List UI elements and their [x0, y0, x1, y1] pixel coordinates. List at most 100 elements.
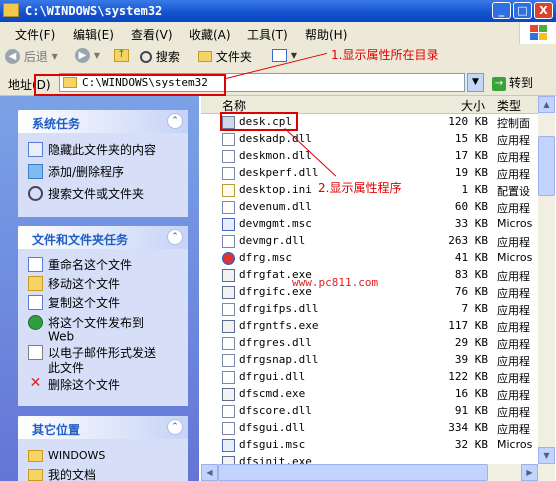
other-places-header[interactable]: 其它位置 ⌃ [18, 416, 188, 439]
collapse-icon[interactable]: ⌃ [167, 229, 183, 245]
scroll-up-button[interactable]: ▲ [538, 96, 555, 113]
folder-icon [28, 449, 43, 462]
back-button[interactable]: ◀ 后退 ▼ [5, 48, 58, 68]
file-type: 应用程 [497, 202, 530, 215]
chevron-down-icon: ▼ [51, 52, 58, 61]
file-row[interactable]: dfsgui.msc 32 KB Micros [201, 437, 538, 454]
search-label: 搜索 [155, 50, 180, 64]
dll-icon [222, 422, 235, 435]
menu-favorites[interactable]: 收藏(A) [189, 26, 231, 43]
globe-icon [28, 315, 43, 330]
file-row[interactable]: dfsgui.dll 334 KB 应用程 [201, 420, 538, 437]
file-size: 122 KB [448, 370, 488, 383]
file-name: desktop.ini [239, 183, 312, 196]
file-row[interactable]: devmgmt.msc 33 KB Micros [201, 216, 538, 233]
file-row[interactable]: deskmon.dll 17 KB 应用程 [201, 148, 538, 165]
file-type: 应用程 [497, 134, 530, 147]
move-file-link[interactable]: 移动这个文件 [28, 275, 120, 292]
menu-help[interactable]: 帮助(H) [305, 26, 347, 43]
windows-logo-icon [519, 22, 556, 44]
publish-web-link[interactable]: 将这个文件发布到 [28, 314, 144, 331]
forward-button[interactable]: ▶ ▼ [75, 48, 100, 68]
file-name: deskperf.dll [239, 166, 319, 179]
other-places-panel: 其它位置 ⌃ WINDOWS 我的文档 [18, 416, 188, 481]
maximize-button[interactable]: □ [513, 2, 532, 19]
copy-icon [28, 295, 43, 310]
scroll-right-button[interactable]: ▶ [521, 464, 538, 481]
scroll-down-button[interactable]: ▼ [538, 447, 555, 464]
windows-folder-link[interactable]: WINDOWS [28, 448, 105, 462]
system-tasks-header[interactable]: 系统任务 ⌃ [18, 110, 188, 133]
publish-web-link-line2[interactable]: Web [48, 329, 74, 344]
column-size[interactable]: 大小 [461, 97, 485, 114]
file-type: 控制面 [497, 117, 530, 130]
collapse-icon[interactable]: ⌃ [167, 419, 183, 435]
my-documents-link[interactable]: 我的文档 [28, 466, 96, 481]
forward-arrow-icon: ▶ [75, 48, 90, 63]
dll-icon [222, 235, 235, 248]
file-size: 117 KB [448, 319, 488, 332]
file-size: 41 KB [454, 251, 488, 264]
file-type: 应用程 [497, 406, 530, 419]
rename-icon [28, 257, 43, 272]
menu-view[interactable]: 查看(V) [131, 26, 173, 43]
link-label: 将这个文件发布到 [48, 316, 145, 330]
menu-edit[interactable]: 编辑(E) [73, 26, 114, 43]
horizontal-scrollbar[interactable]: ◀ ▶ [201, 464, 555, 481]
rename-file-link[interactable]: 重命名这个文件 [28, 256, 132, 273]
file-name: deskmon.dll [239, 149, 312, 162]
address-dropdown-button[interactable]: ▼ [467, 73, 484, 92]
file-row[interactable]: dfrg.msc 41 KB Micros [201, 250, 538, 267]
folders-button[interactable]: 文件夹 [198, 48, 252, 68]
dll-icon [222, 167, 235, 180]
hide-folder-contents-link[interactable]: 隐藏此文件夹的内容 [28, 141, 156, 158]
file-size: 39 KB [454, 353, 488, 366]
link-label: 以电子邮件形式发送 [48, 346, 157, 360]
dll-icon [222, 150, 235, 163]
folders-label: 文件夹 [215, 50, 252, 64]
link-label: 移动这个文件 [48, 277, 121, 291]
file-row[interactable]: deskadp.dll 15 KB 应用程 [201, 131, 538, 148]
scroll-left-button[interactable]: ◀ [201, 464, 218, 481]
file-row[interactable]: dfscore.dll 91 KB 应用程 [201, 403, 538, 420]
collapse-icon[interactable]: ⌃ [167, 113, 183, 129]
scroll-thumb[interactable] [538, 136, 555, 196]
file-size: 263 KB [448, 234, 488, 247]
system-tasks-panel: 系统任务 ⌃ 隐藏此文件夹的内容 添加/删除程序 搜索文件或文件夹 [18, 110, 188, 217]
file-row[interactable]: dfsinit.exe [201, 454, 538, 464]
file-tasks-header[interactable]: 文件和文件夹任务 ⌃ [18, 226, 188, 249]
file-row[interactable]: dfrgui.dll 122 KB 应用程 [201, 369, 538, 386]
file-name: dfscmd.exe [239, 387, 306, 400]
add-remove-programs-link[interactable]: 添加/删除程序 [28, 163, 124, 180]
file-type: Micros [497, 438, 533, 451]
toolbar: ◀ 后退 ▼ ▶ ▼ ↑ 搜索 文件夹 ▼ [0, 44, 556, 72]
vertical-scrollbar[interactable]: ▲ ▼ [538, 96, 555, 464]
search-button[interactable]: 搜索 [140, 48, 180, 68]
watermark: www.pc811.com [292, 276, 379, 289]
chevron-down-icon: ▼ [93, 51, 100, 60]
menu-tools[interactable]: 工具(T) [247, 26, 288, 43]
file-row[interactable]: devenum.dll 60 KB 应用程 [201, 199, 538, 216]
file-row[interactable]: dfscmd.exe 16 KB 应用程 [201, 386, 538, 403]
column-type[interactable]: 类型 [497, 97, 521, 114]
scroll-thumb[interactable] [218, 464, 488, 481]
email-file-link-line2[interactable]: 此文件 [48, 359, 84, 376]
file-row[interactable]: dfrgifps.dll 7 KB 应用程 [201, 301, 538, 318]
menu-file[interactable]: 文件(F) [15, 26, 55, 43]
up-folder-button[interactable]: ↑ [114, 48, 129, 68]
exe-icon [222, 456, 235, 464]
minimize-button[interactable]: _ [492, 2, 511, 19]
folder-icon [198, 51, 212, 62]
file-name: dfrgntfs.exe [239, 319, 319, 332]
copy-file-link[interactable]: 复制这个文件 [28, 294, 120, 311]
back-arrow-icon: ◀ [5, 49, 20, 64]
delete-file-link[interactable]: ✕ 删除这个文件 [28, 376, 120, 393]
file-row[interactable]: dfrgres.dll 29 KB 应用程 [201, 335, 538, 352]
close-button[interactable]: X [534, 2, 553, 19]
file-row[interactable]: devmgr.dll 263 KB 应用程 [201, 233, 538, 250]
file-row[interactable]: dfrgntfs.exe 117 KB 应用程 [201, 318, 538, 335]
search-files-link[interactable]: 搜索文件或文件夹 [28, 185, 144, 202]
file-row[interactable]: dfrgsnap.dll 39 KB 应用程 [201, 352, 538, 369]
file-size: 120 KB [448, 115, 488, 128]
go-button[interactable]: → 转到 [492, 74, 533, 91]
